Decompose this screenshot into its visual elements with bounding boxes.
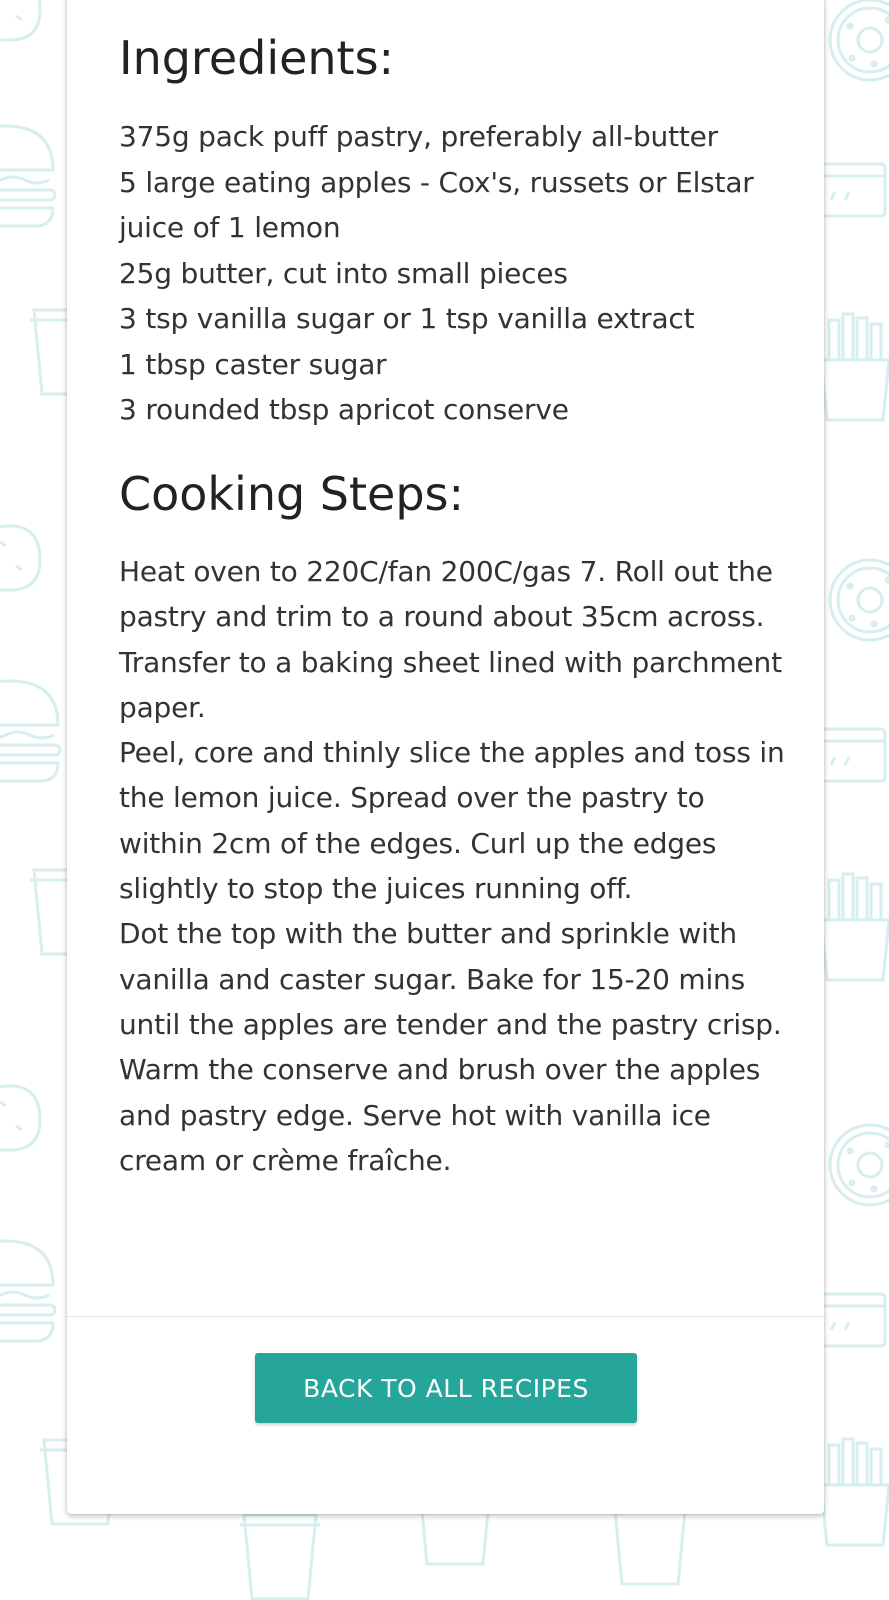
ingredient-item: 1 tbsp caster sugar [119,347,387,381]
cooking-step: Warm the conserve and brush over the app… [119,1053,761,1177]
ingredient-list: 375g pack puff pastry, preferably all-bu… [119,114,754,433]
cooking-step: Dot the top with the butter and sprinkle… [119,917,782,1041]
cooking-steps-list: Heat oven to 220C/fan 200C/gas 7. Roll o… [119,549,789,1183]
ingredient-item: 5 large eating apples - Cox's, russets o… [119,165,754,199]
cooking-step: Peel, core and thinly slice the apples a… [119,736,785,906]
ingredient-item: 375g pack puff pastry, preferably all-bu… [119,120,718,153]
recipe-card: Ingredients: 375g pack puff pastry, pref… [67,0,824,1514]
card-action-divider [67,1316,824,1317]
back-to-all-recipes-button[interactable]: BACK TO ALL RECIPES [255,1353,637,1423]
ingredient-item: juice of 1 lemon [119,211,341,244]
cooking-steps-heading: Cooking Steps: [119,467,464,521]
ingredient-item: 25g butter, cut into small pieces [119,256,568,290]
ingredients-heading: Ingredients: [119,31,395,85]
ingredient-item: 3 rounded tbsp apricot conserve [119,393,569,426]
cooking-step: Heat oven to 220C/fan 200C/gas 7. Roll o… [119,555,782,724]
ingredient-item: 3 tsp vanilla sugar or 1 tsp vanilla ext… [119,302,695,335]
